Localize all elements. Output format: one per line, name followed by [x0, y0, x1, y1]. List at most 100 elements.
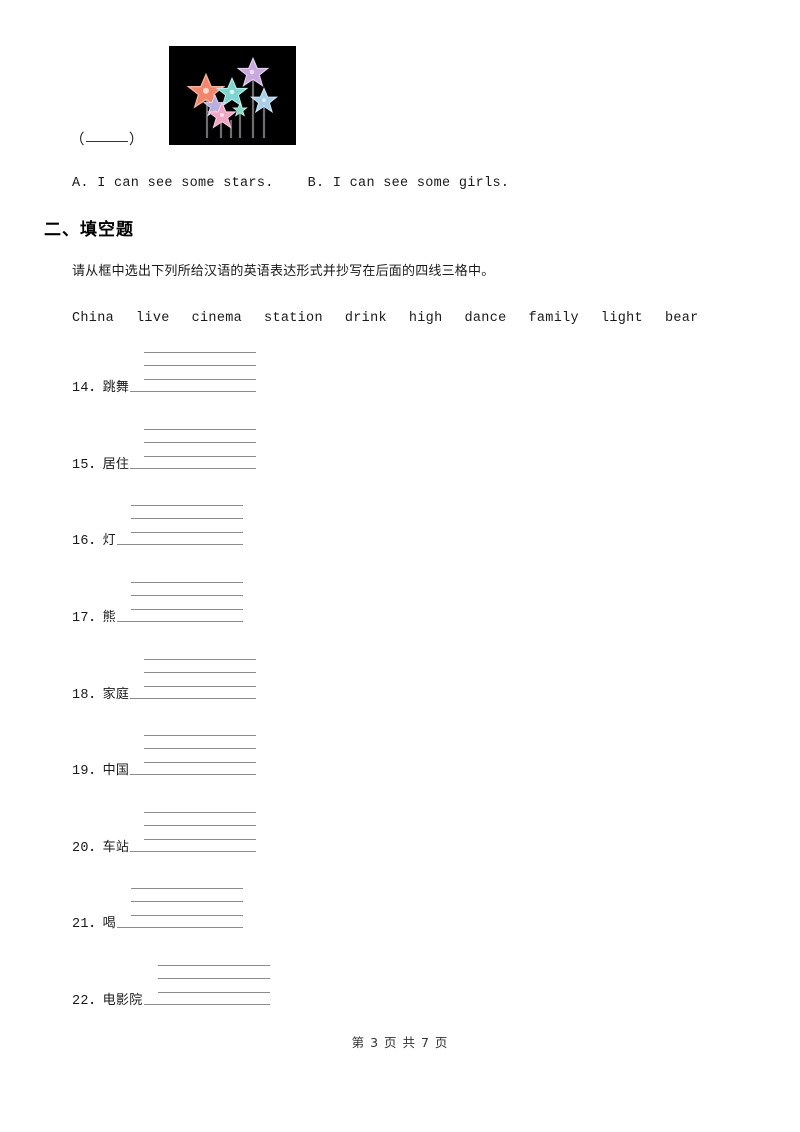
- write-item-number: 20: [72, 841, 89, 856]
- grid-line-second: [131, 595, 243, 596]
- grid-line-third: [144, 762, 256, 763]
- section-instruction: 请从框中选出下列所给汉语的英语表达形式并抄写在后面的四线三格中。: [72, 264, 495, 279]
- grid-line-third: [144, 839, 256, 840]
- grid-line-baseline: [130, 851, 256, 852]
- four-line-grid[interactable]: [130, 429, 256, 471]
- grid-line-top: [144, 429, 256, 430]
- grid-line-top: [144, 735, 256, 736]
- bracket-close: ）: [128, 133, 144, 149]
- write-item-label: 18．家庭: [72, 688, 129, 703]
- grid-line-top: [144, 352, 256, 353]
- write-item-chinese: 居住: [102, 457, 130, 472]
- option-a[interactable]: A. I can see some stars.: [72, 176, 274, 191]
- write-item: 19．中国: [72, 721, 472, 779]
- four-line-grid[interactable]: [117, 888, 243, 930]
- write-item-number: 21: [72, 917, 89, 932]
- four-line-grid[interactable]: [130, 659, 256, 701]
- write-item-label: 15．居住: [72, 458, 129, 473]
- grid-line-baseline: [130, 774, 256, 775]
- word-bank-item: dance: [464, 311, 507, 326]
- word-bank-item: high: [408, 311, 443, 326]
- grid-line-top: [144, 812, 256, 813]
- write-item-label: 22．电影院: [72, 994, 143, 1009]
- write-item-dot: ．: [88, 841, 103, 856]
- write-item-number: 14: [72, 381, 89, 396]
- four-line-grid[interactable]: [117, 582, 243, 624]
- write-item-label: 21．喝: [72, 917, 116, 932]
- grid-line-baseline: [130, 391, 256, 392]
- write-item-label: 17．熊: [72, 611, 116, 626]
- four-line-grid[interactable]: [117, 505, 243, 547]
- word-bank: China live cinema station drink high dance fami…: [72, 311, 698, 326]
- four-line-grid[interactable]: [130, 735, 256, 777]
- word-bank-item: station: [264, 311, 323, 326]
- grid-line-third: [131, 532, 243, 533]
- bracket-open: （: [70, 133, 85, 149]
- word-bank-item: bear: [664, 311, 699, 326]
- grid-line-top: [131, 888, 243, 889]
- section-heading-fill-in-blanks: 二、填空题: [44, 220, 134, 240]
- grid-line-baseline: [144, 1004, 270, 1005]
- write-item-number: 19: [72, 764, 89, 779]
- grid-line-baseline: [130, 468, 256, 469]
- grid-line-second: [144, 825, 256, 826]
- write-item-chinese: 中国: [102, 763, 130, 778]
- grid-line-third: [131, 915, 243, 916]
- word-bank-item: China: [72, 311, 115, 326]
- answer-blank-line[interactable]: [85, 141, 128, 142]
- write-item-dot: ．: [88, 534, 103, 549]
- write-item-number: 17: [72, 611, 89, 626]
- grid-line-baseline: [117, 544, 243, 545]
- write-item-chinese: 电影院: [102, 993, 143, 1008]
- grid-line-top: [158, 965, 270, 966]
- grid-line-top: [131, 505, 243, 506]
- option-b[interactable]: B. I can see some girls.: [308, 176, 510, 191]
- star-wands-illustration: [169, 46, 296, 145]
- grid-line-second: [144, 672, 256, 673]
- write-item-dot: ．: [88, 688, 103, 703]
- grid-line-top: [144, 659, 256, 660]
- grid-line-second: [131, 901, 243, 902]
- write-item-number: 16: [72, 534, 89, 549]
- write-item-dot: ．: [88, 917, 103, 932]
- write-item-label: 20．车站: [72, 841, 129, 856]
- word-bank-item: light: [600, 311, 643, 326]
- grid-line-second: [131, 518, 243, 519]
- grid-line-third: [131, 609, 243, 610]
- grid-line-baseline: [117, 621, 243, 622]
- four-line-grid[interactable]: [144, 965, 270, 1007]
- word-bank-item: family: [528, 311, 579, 326]
- grid-line-second: [144, 748, 256, 749]
- write-item: 17．熊: [72, 568, 472, 626]
- grid-line-baseline: [130, 698, 256, 699]
- write-item-dot: ．: [88, 458, 103, 473]
- grid-line-top: [131, 582, 243, 583]
- word-bank-item: drink: [344, 311, 387, 326]
- write-item-chinese: 家庭: [102, 687, 130, 702]
- question-5-options: A. I can see some stars. B. I can see som…: [72, 176, 509, 191]
- write-item: 15．居住: [72, 415, 472, 473]
- write-item-dot: ．: [88, 994, 103, 1009]
- write-item-chinese: 跳舞: [102, 380, 130, 395]
- write-item: 18．家庭: [72, 645, 472, 703]
- grid-line-second: [158, 978, 270, 979]
- four-line-grid[interactable]: [130, 812, 256, 854]
- grid-line-third: [144, 686, 256, 687]
- write-item-dot: ．: [88, 764, 103, 779]
- write-item-chinese: 喝: [102, 916, 116, 931]
- write-item: 14．跳舞: [72, 338, 472, 396]
- grid-line-third: [144, 456, 256, 457]
- write-item: 16．灯: [72, 491, 472, 549]
- write-item-dot: ．: [88, 611, 103, 626]
- grid-line-third: [158, 992, 270, 993]
- write-item: 20．车站: [72, 798, 472, 856]
- word-bank-item: cinema: [191, 311, 243, 326]
- write-item-label: 16．灯: [72, 534, 116, 549]
- question-5-block: （） 5.: [70, 46, 710, 156]
- grid-line-second: [144, 365, 256, 366]
- write-item-label: 19．中国: [72, 764, 129, 779]
- write-item-number: 15: [72, 458, 89, 473]
- four-line-grid[interactable]: [130, 352, 256, 394]
- write-item: 22．电影院: [72, 951, 472, 1009]
- write-item-dot: ．: [88, 381, 103, 396]
